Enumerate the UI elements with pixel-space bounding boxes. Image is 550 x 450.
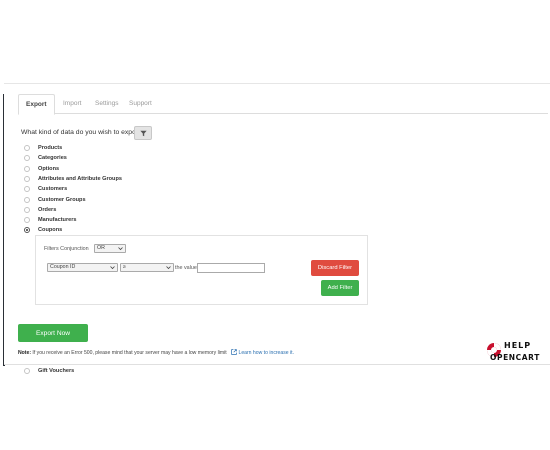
export-type-label: Products [38, 145, 63, 151]
logo-line-1: HELP [504, 341, 532, 350]
export-type-label: Customer Groups [38, 196, 86, 203]
export-type-label: Gift Vouchers [38, 368, 75, 374]
radio-gift-vouchers[interactable] [24, 368, 30, 374]
export-type-attributes[interactable]: Attributes and Attribute Groups [24, 174, 224, 184]
chevron-down-icon [110, 265, 115, 273]
export-type-customer-groups[interactable]: Customer Groups [24, 195, 224, 205]
export-type-manufacturers[interactable]: Manufacturers [24, 215, 224, 225]
filter-operator-value: ≥ [123, 264, 126, 270]
radio-customers[interactable] [24, 186, 30, 193]
export-type-label: Options [38, 165, 60, 172]
radio-customer-groups[interactable] [24, 196, 30, 203]
radio-manufacturers[interactable] [24, 217, 30, 224]
radio-coupons[interactable] [24, 227, 30, 234]
helpopencart-logo: HELP OPENCART [486, 340, 548, 366]
export-question: What kind of data do you wish to export? [21, 129, 144, 136]
chevron-down-icon [166, 265, 171, 273]
radio-attributes[interactable] [24, 175, 30, 182]
radio-options[interactable] [24, 165, 30, 172]
memory-note: Note: If you receive an Error 500, pleas… [18, 349, 294, 357]
export-type-label: Orders [38, 206, 57, 213]
export-type-label: Attributes and Attribute Groups [38, 175, 123, 182]
external-link-icon [231, 349, 237, 357]
discard-filter-button[interactable]: Discard Filter [311, 260, 359, 276]
logo-line-2: OPENCART [490, 353, 540, 362]
filter-toggle-button[interactable] [134, 126, 152, 140]
learn-more-link[interactable]: Learn how to increase it. [238, 350, 294, 356]
filter-field-select[interactable]: Coupon ID [47, 263, 118, 272]
tab-support[interactable]: Support [122, 94, 159, 114]
export-import-panel: Export Import Settings Support What kind… [4, 83, 550, 374]
export-type-coupons[interactable]: Coupons [24, 225, 224, 235]
tab-export[interactable]: Export [18, 94, 55, 115]
radio-orders[interactable] [24, 206, 30, 213]
the-value-label: the value [175, 265, 197, 271]
add-filter-button[interactable]: Add Filter [321, 280, 359, 296]
filter-value-input[interactable] [197, 263, 265, 273]
radio-products[interactable] [24, 145, 30, 151]
note-text: If you receive an Error 500, please mind… [31, 350, 227, 356]
export-type-customers[interactable]: Customers [24, 184, 224, 194]
export-type-products[interactable]: Products [24, 143, 224, 153]
chevron-down-icon [118, 246, 123, 254]
export-type-categories[interactable]: Categories [24, 153, 224, 163]
coupon-filter-box: Filters Conjunction OR Coupon ID ≥ the v… [35, 235, 368, 305]
radio-categories[interactable] [24, 155, 30, 162]
filters-conjunction-label: Filters Conjunction [44, 246, 89, 252]
export-type-label: Categories [38, 155, 67, 162]
export-type-options-item[interactable]: Options [24, 164, 224, 174]
export-type-orders[interactable]: Orders [24, 205, 224, 215]
note-prefix: Note: [18, 350, 32, 356]
conjunction-value: OR [97, 245, 105, 251]
export-type-label: Manufacturers [38, 217, 77, 224]
tab-import[interactable]: Import [56, 94, 88, 114]
export-type-label: Coupons [38, 227, 63, 234]
tab-settings[interactable]: Settings [88, 94, 126, 114]
filter-operator-select[interactable]: ≥ [120, 263, 174, 272]
export-type-label: Customers [38, 186, 68, 193]
tab-bar: Export Import Settings Support [18, 94, 548, 115]
conjunction-select[interactable]: OR [94, 244, 126, 253]
filter-field-value: Coupon ID [50, 264, 76, 270]
export-now-button[interactable]: Export Now [18, 324, 88, 342]
filter-icon [139, 124, 147, 142]
export-type-gift-vouchers[interactable]: Gift Vouchers [24, 366, 224, 376]
